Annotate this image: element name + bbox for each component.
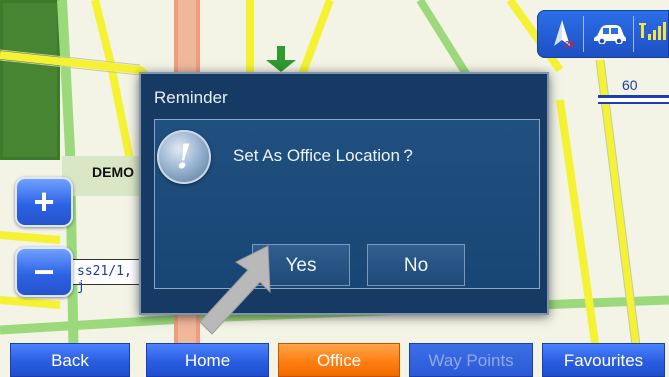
dialog-message: Set As Office Location ? — [233, 146, 413, 165]
favourites-button[interactable]: Favourites — [542, 343, 665, 377]
back-button[interactable]: Back — [10, 343, 130, 377]
home-button[interactable]: Home — [146, 343, 269, 377]
bottom-nav-bar: Back Home Office Way Points Favourites — [0, 343, 669, 377]
demo-watermark: DEMO — [62, 156, 140, 196]
navigation-screen: 20 60 DEMO ss21/1, j + − Reminder ! Set … — [0, 0, 669, 377]
info-icon: ! — [157, 130, 211, 184]
dialog-title: Reminder — [154, 88, 228, 107]
office-button[interactable]: Office — [278, 343, 400, 377]
road-name-label: ss21/1, j — [62, 259, 140, 294]
status-divider — [633, 16, 634, 52]
north-badge: 20 — [565, 40, 574, 49]
status-divider — [583, 16, 584, 52]
zoom-in-button[interactable]: + — [15, 177, 73, 227]
speed-limit-label: 60 — [622, 77, 638, 93]
pointer-arrow-icon — [199, 245, 271, 335]
no-button[interactable]: No — [367, 244, 465, 286]
signal-icon — [639, 22, 666, 40]
zoom-out-button[interactable]: − — [15, 247, 73, 297]
car-icon[interactable] — [593, 22, 627, 44]
status-panel: 20 — [537, 10, 669, 58]
way-points-button[interactable]: Way Points — [409, 343, 533, 377]
